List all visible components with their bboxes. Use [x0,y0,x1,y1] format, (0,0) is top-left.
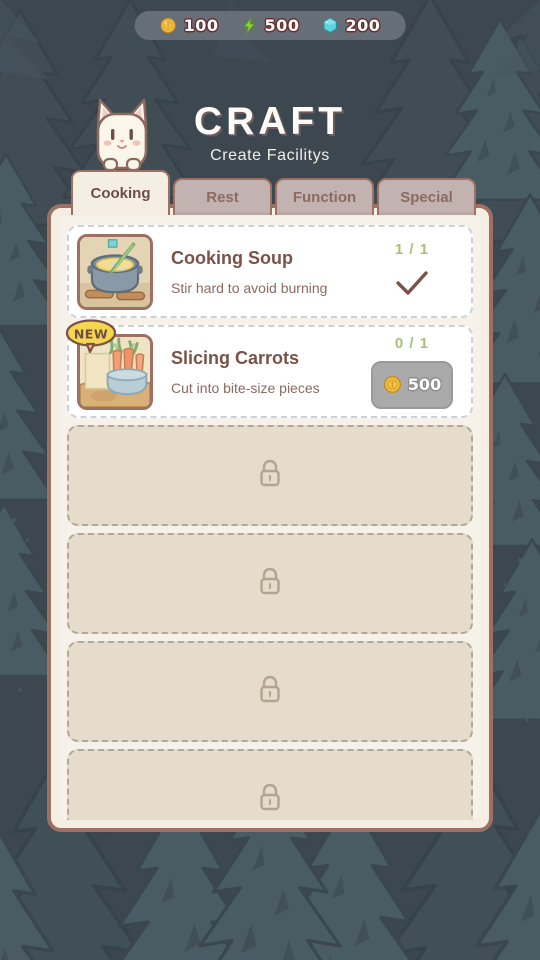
lock-icon [257,782,283,817]
coin-icon [160,17,176,34]
soup-pot-icon [77,233,153,310]
resource-gem[interactable]: 200 [310,16,391,35]
item-description: Cut into bite-size pieces [171,379,320,396]
craft-item-cooking-soup[interactable]: Cooking Soup Stir hard to avoid burning … [67,225,473,318]
locked-slot-3[interactable] [67,641,473,742]
craft-item-text: Cooking Soup Stir hard to avoid burning [153,248,366,296]
tab-cooking[interactable]: Cooking [71,170,170,215]
locked-slot-2[interactable] [67,533,473,634]
game-screen: 100 500 200 CRAFT Create Facilitys Cooki… [0,0,540,960]
craft-item-status: 0 / 1 500 [366,335,458,409]
lock-icon [257,674,283,709]
tab-special[interactable]: Special [377,178,476,215]
lock-icon [257,458,283,493]
item-count: 0 / 1 [394,334,430,352]
tab-bar: Cooking Rest Function Special [71,170,476,215]
resource-gold[interactable]: 100 [149,16,230,35]
tab-rest-label: Rest [206,189,239,206]
craft-item-slicing-carrots[interactable]: NEW Slicing Carrots Cut into bite-size p… [65,319,473,418]
svg-text:NEW: NEW [74,327,108,342]
buy-button[interactable]: 500 [371,360,453,409]
check-icon [395,270,429,303]
item-title: Slicing Carrots [171,347,300,368]
coin-icon [383,375,401,394]
locked-slot-1[interactable] [67,425,473,526]
craft-list[interactable]: Cooking Soup Stir hard to avoid burning … [59,216,481,820]
tab-rest[interactable]: Rest [173,178,272,215]
new-badge: NEW [65,319,117,353]
item-count: 1 / 1 [394,240,430,258]
craft-panel: Cooking Soup Stir hard to avoid burning … [47,204,493,832]
item-description: Stir hard to avoid burning [171,279,328,296]
bolt-icon [243,17,255,34]
tab-special-label: Special [400,189,453,206]
tab-cooking-label: Cooking [90,185,151,202]
cat-character [90,96,154,174]
page-title: CRAFT [193,100,347,143]
locked-slot-4[interactable] [67,749,473,820]
gold-value: 100 [183,16,219,35]
craft-item-text: Slicing Carrots Cut into bite-size piece… [153,348,366,396]
gem-icon [323,17,337,34]
buy-price: 500 [407,375,442,394]
lock-icon [257,566,283,601]
gem-value: 200 [345,16,381,35]
resource-energy[interactable]: 500 [230,16,311,35]
craft-item-status: 1 / 1 [366,241,458,303]
page-header: CRAFT Create Facilitys [0,100,540,165]
resource-bar: 100 500 200 [134,11,406,40]
item-title: Cooking Soup [171,247,293,268]
tab-function[interactable]: Function [275,178,374,215]
energy-value: 500 [264,16,300,35]
tab-function-label: Function [292,189,357,206]
page-subtitle: Create Facilitys [210,147,330,164]
